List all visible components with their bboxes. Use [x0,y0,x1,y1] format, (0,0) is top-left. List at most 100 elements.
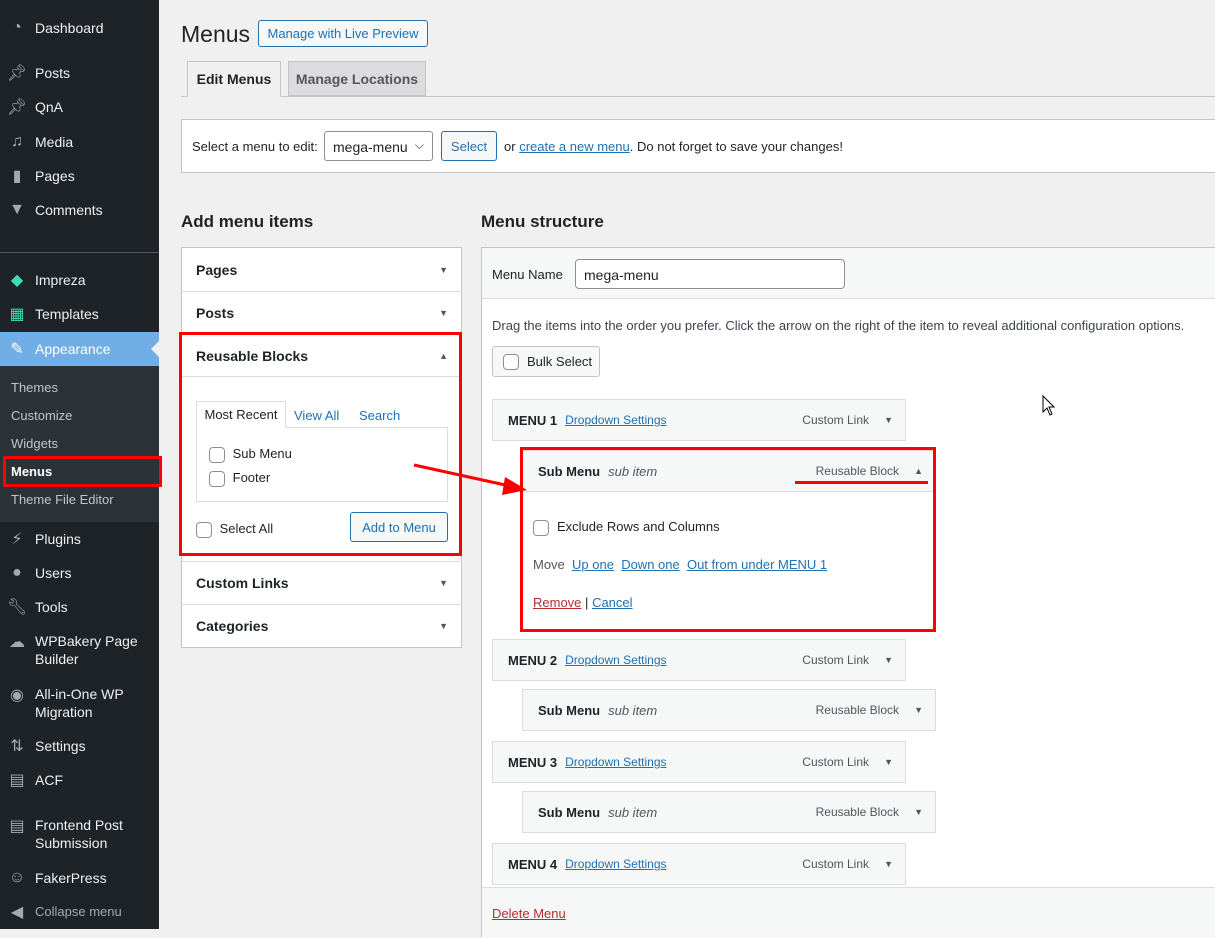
submenu-widgets[interactable]: Widgets [11,436,58,451]
section-label: Categories [196,618,269,634]
page-title: Menus [181,21,251,47]
sidebar-item-all-in-one-migration[interactable]: ◉ All-in-One WP Migration [0,685,159,721]
select-button[interactable]: Select [441,131,497,161]
item-subtitle: sub item [608,804,658,820]
item-type: Custom Link [802,755,869,769]
submenu-customize[interactable]: Customize [11,408,72,423]
annotation-box-reusable-blocks [179,332,462,556]
wrench-icon: 🔧︎ [6,599,28,616]
sidebar-item-qna[interactable]: 📌︎ QnA [0,97,159,117]
menu-item[interactable]: MENU 4 Dropdown Settings Custom Link ▼ [492,843,906,885]
item-title: MENU 2 [508,652,558,668]
user-icon: ● [12,564,22,581]
cloud-icon: ☁ [9,634,25,651]
menu-item[interactable]: MENU 2 Dropdown Settings Custom Link ▼ [492,639,906,681]
pages-icon: ▮ [12,168,22,185]
sidebar-item-plugins[interactable]: ⚡ Plugins [0,529,159,549]
item-type: Custom Link [802,857,869,871]
menu-item[interactable]: Sub Menu sub item Reusable Block ▼ [522,791,936,833]
collapse-menu[interactable]: ◀ Collapse menu [0,902,159,922]
caret-down-icon[interactable]: ▼ [884,655,893,665]
sidebar-item-comments[interactable]: ▼ Comments [0,200,159,220]
sidebar-item-impreza[interactable]: ◆ Impreza [0,270,159,290]
sidebar-item-fakerpress[interactable]: ☺ FakerPress [0,868,159,888]
sidebar-item-pages[interactable]: ▮ Pages [0,166,159,186]
caret-down-icon[interactable]: ▼ [884,415,893,425]
sidebar-separator [0,252,159,253]
sidebar-item-users[interactable]: ● Users [0,563,159,583]
acf-icon: ▤ [9,772,25,789]
section-categories[interactable]: Categories ▼ [182,604,462,647]
item-type: Reusable Block [815,805,899,819]
sidebar-item-dashboard[interactable]: ◔ Dashboard [0,18,159,38]
checkbox [503,353,519,370]
menu-select-dropdown[interactable]: mega-menu ⌵ [324,131,433,161]
sidebar-item-appearance[interactable]: ✎ Appearance [0,332,159,366]
create-new-menu-link[interactable]: create a new menu [519,139,630,154]
item-title: MENU 1 [508,412,558,428]
bulk-select-button[interactable]: Bulk Select [492,346,600,377]
tab-manage-locations[interactable]: Manage Locations [288,61,426,96]
menu-name-bar: Menu Name mega-menu [482,248,1215,299]
section-posts[interactable]: Posts ▼ [182,291,462,334]
select-menu-label: Select a menu to edit: [192,139,318,154]
item-subtitle: sub item [608,702,658,718]
dropdown-settings-link[interactable]: Dropdown Settings [565,857,666,871]
accessibility-icon: ☺ [8,869,26,886]
caret-down-icon[interactable]: ▼ [884,859,893,869]
sidebar-item-media[interactable]: ♫ Media [0,132,159,152]
plugin-icon: ⚡ [11,531,23,548]
dropdown-settings-link[interactable]: Dropdown Settings [565,755,666,769]
submenu-theme-file-editor[interactable]: Theme File Editor [11,492,114,507]
caret-down-icon[interactable]: ▼ [914,705,923,715]
sidebar-item-acf[interactable]: ▤ ACF [0,770,159,790]
sidebar-item-frontend-post[interactable]: ▤ Frontend Post Submission [0,816,159,852]
sidebar-item-templates[interactable]: ▦ Templates [0,304,159,324]
live-preview-button[interactable]: Manage with Live Preview [258,20,428,47]
item-type: Reusable Block [815,703,899,717]
caret-down-icon[interactable]: ▼ [914,807,923,817]
annotation-box-menus [3,456,162,487]
caret-down-icon[interactable]: ▼ [884,757,893,767]
submenu-themes[interactable]: Themes [11,380,58,395]
delete-menu-link[interactable]: Delete Menu [492,906,566,921]
menu-item[interactable]: Sub Menu sub item Reusable Block ▼ [522,689,936,731]
active-pointer [151,341,159,357]
form-icon: ▤ [9,818,25,835]
appearance-submenu: Themes Customize Widgets Menus Theme Fil… [0,366,159,522]
menu-item[interactable]: MENU 1 Dropdown Settings Custom Link ▼ [492,399,906,441]
save-reminder: . Do not forget to save your changes! [629,139,843,154]
sidebar-item-settings[interactable]: ⇅ Settings [0,736,159,756]
menu-item[interactable]: MENU 3 Dropdown Settings Custom Link ▼ [492,741,906,783]
tab-line [181,96,1215,97]
item-type: Custom Link [802,653,869,667]
sidebar-item-tools[interactable]: 🔧︎ Tools [0,597,159,617]
instructions: Drag the items into the order you prefer… [492,318,1185,333]
menu-name-input[interactable]: mega-menu [575,259,845,289]
item-title: Sub Menu [538,804,601,820]
item-title: MENU 4 [508,856,558,872]
item-title: Sub Menu [538,702,601,718]
tab-most-recent[interactable]: Most Recent [196,401,286,428]
pin-icon: 📌︎ [6,65,28,82]
caret-down-icon: ▼ [439,621,448,631]
pin-icon: 📌︎ [6,99,28,116]
media-icon: ♫ [11,133,23,150]
annotation-underline [795,481,928,484]
settings-icon: ⇅ [10,738,24,755]
section-custom-links[interactable]: Custom Links ▼ [182,561,462,604]
tab-edit-menus[interactable]: Edit Menus [187,61,281,97]
sidebar-item-posts[interactable]: 📌︎ Posts [0,63,159,83]
dropdown-settings-link[interactable]: Dropdown Settings [565,413,666,427]
menu-name-label: Menu Name [492,267,563,282]
item-title: MENU 3 [508,754,558,770]
dropdown-settings-link[interactable]: Dropdown Settings [565,653,666,667]
section-pages[interactable]: Pages ▼ [182,248,462,291]
chevron-down-icon: ⌵ [414,138,424,152]
menu-structure-heading: Menu structure [481,212,604,231]
bulk-select-label: Bulk Select [527,354,593,369]
sidebar-item-wpbakery[interactable]: ☁ WPBakery Page Builder [0,632,159,668]
select-bar-text: or create a new menu. Do not forget to s… [504,139,843,154]
section-label: Posts [196,305,235,321]
caret-down-icon: ▼ [439,308,448,318]
